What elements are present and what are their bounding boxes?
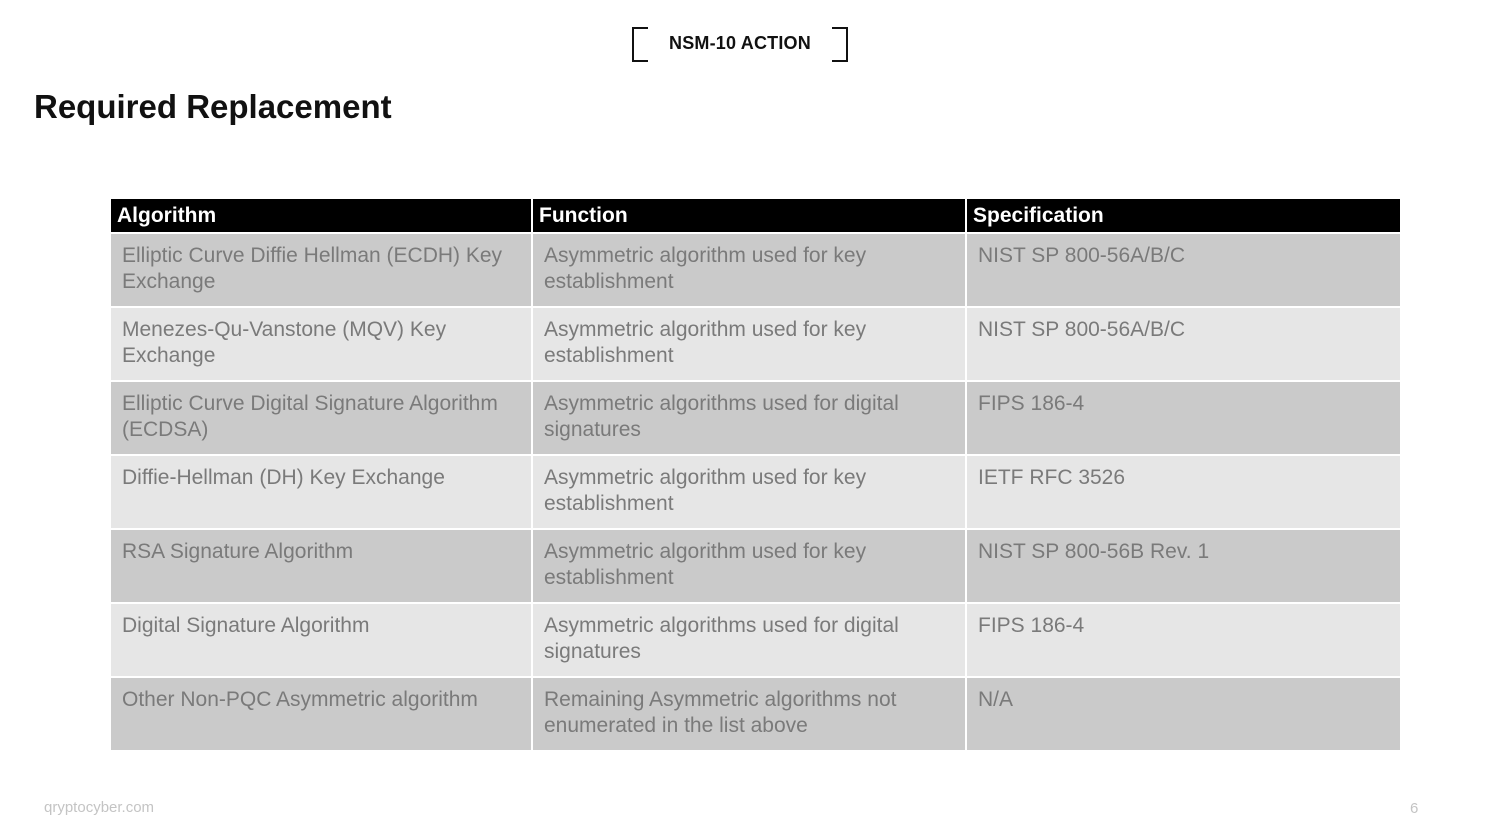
algorithm-cell: Other Non-PQC Asymmetric algorithm xyxy=(111,677,533,752)
table-row: Elliptic Curve Digital Signature Algorit… xyxy=(111,381,1400,456)
algorithm-cell: Menezes-Qu-Vanstone (MQV) Key Exchange xyxy=(111,307,533,382)
specification-cell: N/A xyxy=(966,677,1400,752)
function-cell: Asymmetric algorithm used for key establ… xyxy=(532,233,967,308)
function-cell: Asymmetric algorithm used for key establ… xyxy=(532,455,967,530)
table-row: Digital Signature Algorithm Asymmetric a… xyxy=(111,603,1400,678)
replacement-table: Algorithm Function Specification Ellipti… xyxy=(111,199,1400,752)
algorithm-cell: Elliptic Curve Digital Signature Algorit… xyxy=(111,381,533,456)
section-badge: NSM-10 ACTION xyxy=(632,27,848,62)
table-row: RSA Signature Algorithm Asymmetric algor… xyxy=(111,529,1400,604)
column-header-specification: Specification xyxy=(966,199,1400,234)
table-row: Menezes-Qu-Vanstone (MQV) Key Exchange A… xyxy=(111,307,1400,382)
page-title: Required Replacement xyxy=(34,88,392,125)
column-header-algorithm: Algorithm xyxy=(111,199,533,234)
algorithm-cell: RSA Signature Algorithm xyxy=(111,529,533,604)
function-cell: Asymmetric algorithm used for key establ… xyxy=(532,307,967,382)
table-row: Elliptic Curve Diffie Hellman (ECDH) Key… xyxy=(111,233,1400,308)
right-bracket-icon xyxy=(832,27,848,62)
footer-website: qryptocyber.com xyxy=(44,799,155,816)
function-cell: Asymmetric algorithm used for key establ… xyxy=(532,529,967,604)
specification-cell: NIST SP 800-56A/B/C xyxy=(966,307,1400,382)
table-header-row: Algorithm Function Specification xyxy=(111,199,1400,234)
function-cell: Remaining Asymmetric algorithms not enum… xyxy=(532,677,967,752)
page-number: 6 xyxy=(1410,800,1419,817)
specification-cell: FIPS 186-4 xyxy=(966,381,1400,456)
column-header-function: Function xyxy=(532,199,967,234)
function-cell: Asymmetric algorithms used for digital s… xyxy=(532,381,967,456)
algorithm-cell: Elliptic Curve Diffie Hellman (ECDH) Key… xyxy=(111,233,533,308)
table-row: Diffie-Hellman (DH) Key Exchange Asymmet… xyxy=(111,455,1400,530)
specification-cell: IETF RFC 3526 xyxy=(966,455,1400,530)
specification-cell: NIST SP 800-56B Rev. 1 xyxy=(966,529,1400,604)
specification-cell: FIPS 186-4 xyxy=(966,603,1400,678)
algorithm-cell: Diffie-Hellman (DH) Key Exchange xyxy=(111,455,533,530)
section-badge-label: NSM-10 ACTION xyxy=(669,33,811,53)
algorithm-cell: Digital Signature Algorithm xyxy=(111,603,533,678)
specification-cell: NIST SP 800-56A/B/C xyxy=(966,233,1400,308)
table-row: Other Non-PQC Asymmetric algorithm Remai… xyxy=(111,677,1400,752)
function-cell: Asymmetric algorithms used for digital s… xyxy=(532,603,967,678)
